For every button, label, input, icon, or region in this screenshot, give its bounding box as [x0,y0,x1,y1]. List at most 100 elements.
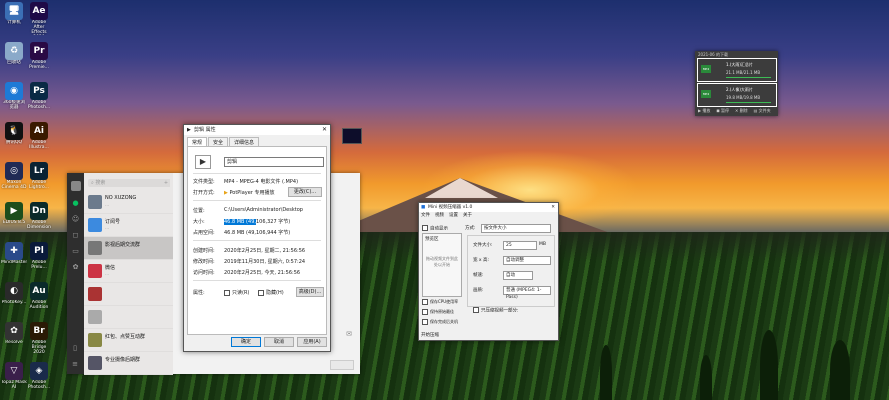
desktop-icon-ae[interactable]: AeAdobe After Effects 2020 [26,2,52,35]
chat-list-item[interactable]: NO XUZONG... [84,191,173,214]
contacts-icon[interactable]: ☺ [72,215,80,223]
checkbox-box [224,289,230,296]
chat-name: NO XUZONG [105,195,137,201]
menu-file[interactable]: 文件 [421,213,430,218]
quality-label: 画质: [473,288,484,293]
settings-icon[interactable]: ≡ [71,360,79,368]
phone-icon[interactable]: ▯ [71,344,79,352]
chat-list-item[interactable]: 红包、点赞互动群 [84,329,173,352]
search-input[interactable]: ⌕ 搜索 + [88,179,170,187]
size-value[interactable]: 46.8 MB (49,106,327 字节) [224,218,290,225]
desktop-icon-qq[interactable]: 🐧 腾讯QQ [1,122,27,145]
modified-label: 修改时间: [193,259,215,265]
desktop-icon-br[interactable]: Br Adobe Bridge 2020 [26,322,52,355]
created-value: 2020年2月25日, 星期二, 21:56:56 [224,248,306,254]
favorites-icon[interactable]: ◻ [72,231,80,239]
chat-list-item[interactable]: 订阅号... [84,214,173,237]
search-placeholder: 搜索 [95,180,106,186]
background-window-thumb[interactable] [342,128,362,144]
resolution-select[interactable]: 自动调整 [503,256,551,265]
user-avatar[interactable] [70,181,81,191]
desktop-icon-label: 腾讯QQ [5,140,23,145]
prelude-icon: Pl [30,242,48,260]
checkbox-box [473,307,479,313]
chat-list-item[interactable] [84,283,173,306]
quality-select[interactable]: 普通 (MPEG4: 1-Pass) [503,286,551,300]
recycle-bin-icon: ♻ [5,42,23,60]
readonly-checkbox[interactable]: 只读(R) [224,289,249,296]
filename-input[interactable]: 剪辑 [224,157,324,167]
desktop-icon-label: Resolve [5,340,23,345]
desktop-icon-dn[interactable]: Dn Adobe Dimension [26,202,52,230]
chat-list-item[interactable]: 微信... [84,260,173,283]
desktop-icon-ai[interactable]: Ai Adobe Illustra... [26,122,52,150]
close-icon[interactable]: ✕ [322,125,327,135]
chat-name: 订阅号 [105,219,121,225]
file-size-input[interactable]: 25 [503,241,537,250]
fps-select[interactable]: 自动 [503,271,533,280]
desktop-icon-pl[interactable]: Pl Adobe Prelu... [26,242,52,270]
folder-button[interactable]: ▤ 文件夹 [754,108,771,113]
desktop-icon-label: Adobe Photosh... [27,100,51,110]
advanced-button[interactable]: 高级(D)... [296,287,324,297]
avatar [88,356,102,370]
ok-button[interactable]: 确定 [231,337,261,347]
file-type-icon: ▶ [195,155,211,169]
option-keep[interactable]: 保持原始最佳 [422,309,454,315]
accessed-value: 2020年2月25日, 今天, 21:56:56 [224,270,301,276]
change-button[interactable]: 更改(C)... [288,187,322,197]
desktop-icon-label: Adobe Premie... [29,60,49,70]
option-shutdown[interactable]: 保存完成后关机 [422,319,458,325]
start-compress-button[interactable]: 开始压缩 [421,332,439,338]
drop-zone[interactable]: 预览区 拖动视频文件到此处以开始 [422,233,462,297]
files-icon[interactable]: ▭ [72,247,80,255]
chat-preview: ... [105,226,110,231]
desktop-icon-c4d[interactable]: ◎ Maxon Cinema 4D [1,162,27,190]
cancel-button[interactable]: 取消 [264,337,294,347]
hidden-checkbox[interactable]: 隐藏(H) [258,289,284,296]
partial-checkbox[interactable]: 只压缩视频一部分: [473,307,519,314]
desktop-icon-edius[interactable]: ▶ EDIUS 8.5 [1,202,27,225]
menu-settings[interactable]: 设置 [449,213,458,218]
desktop-icon-label: Adobe Dimension [27,220,51,230]
desktop-icon-computer[interactable]: 🖥 计算机 [1,2,27,25]
desktop-icon-pr[interactable]: Pr Adobe Premie... [26,42,52,70]
delete-button[interactable]: ✕ 删除 [735,108,748,113]
chat-list-item[interactable]: 影视后期交流群 [84,237,173,260]
send-button[interactable] [330,360,354,370]
desktop-icon-resolve[interactable]: ✿ Resolve [1,322,27,345]
download-name: 1.(大雨)汇总片 [726,62,753,67]
desktop-icon-au[interactable]: Au Adobe Audition [26,282,52,310]
chat-name: 影视后期交流群 [105,242,141,248]
dimension-icon: Dn [30,202,48,220]
chat-list-item[interactable] [84,306,173,329]
chat-bubble-icon[interactable]: ✉ [346,330,352,338]
readonly-label: 只读(R) [232,290,250,296]
auto-display-checkbox[interactable]: 自动显示 [422,225,462,232]
option-cpu[interactable]: 保存CPU使用率 [422,299,458,305]
desktop-icon-360[interactable]: ◉ 360极速浏览器 [1,82,27,110]
chat-list-item[interactable]: 专业摄像后期群 [84,352,173,375]
desktop-icon-recycle[interactable]: ♻ 回收站 [1,42,27,65]
desktop-icon-photokey[interactable]: ◐ PhotoKey... [1,282,27,305]
tree [600,345,612,400]
menu-about[interactable]: 关于 [463,213,472,218]
desktop-icon-pse[interactable]: ◈ Adobe Photosh... [26,362,52,390]
download-item[interactable]: MP4 2.(人像)大雨片 19.8 MB/19.8 MB [697,83,777,107]
desktop-icon-mindmaster[interactable]: ✚ MindMaster [1,242,27,265]
download-item[interactable]: MP4 1.(大雨)汇总片 21.1 MB/21.1 MB [697,58,777,82]
method-select[interactable]: 按文件大小 [481,224,551,233]
moments-icon[interactable]: ✿ [72,263,80,271]
close-icon[interactable]: ✕ [551,203,555,212]
size-selected: 46.8 MB (49, [224,219,256,225]
chat-icon[interactable]: ● [72,199,80,207]
play-button[interactable]: ▶ 播放 [698,108,710,113]
add-chat-button[interactable]: + [162,179,170,187]
desktop-icon-label: Adobe Lightro... [29,180,49,190]
apply-button[interactable]: 应用(A) [297,337,327,347]
pause-button[interactable]: ◼ 暂停 [716,108,729,113]
desktop-icon-ps[interactable]: Ps Adobe Photosh... [26,82,52,110]
desktop-icon-lr[interactable]: Lr Adobe Lightro... [26,162,52,190]
menu-video[interactable]: 视频 [435,213,444,218]
desktop-icon-topaz[interactable]: ▽ Topaz Mask AI [1,362,27,390]
